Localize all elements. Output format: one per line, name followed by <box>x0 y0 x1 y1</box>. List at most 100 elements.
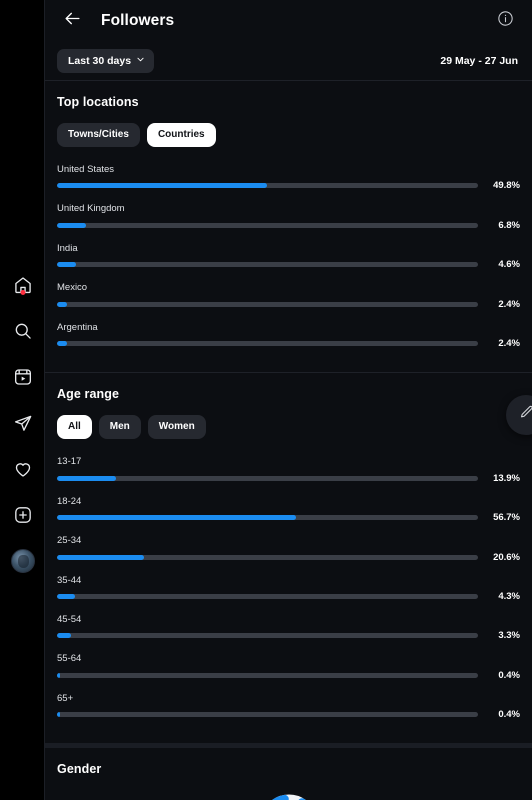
info-button[interactable] <box>492 8 518 34</box>
age-range-section: Age range All Men Women 13-17 13.9% 18-24 5… <box>45 373 532 743</box>
bar-value: 20.6% <box>493 551 520 563</box>
date-range-dropdown-label: Last 30 days <box>68 55 132 67</box>
bar-label: 25-34 <box>57 535 82 547</box>
bar-label: Mexico <box>57 282 88 294</box>
bar-row: 13-17 13.9% <box>57 456 520 484</box>
bar-line: 49.8% <box>57 180 520 191</box>
reels-icon <box>13 367 33 387</box>
bar-line: 20.6% <box>57 552 520 563</box>
bar-label: 65+ <box>57 692 74 704</box>
bar-value: 13.9% <box>493 472 520 484</box>
age-range-tabs: All Men Women <box>57 415 520 440</box>
bar-label: India <box>57 242 78 254</box>
tab-countries[interactable]: Countries <box>146 123 216 147</box>
sidebar-item-search[interactable] <box>8 316 38 346</box>
gender-title: Gender <box>57 762 102 777</box>
bar-line: 56.7% <box>57 512 520 523</box>
chevron-down-icon <box>136 55 145 67</box>
bar-track <box>57 515 478 521</box>
nav-items <box>0 270 45 576</box>
sidebar-item-create[interactable] <box>8 500 38 530</box>
bar-row: United States 49.8% <box>57 164 520 191</box>
notification-dot <box>20 290 25 295</box>
heart-icon <box>13 459 33 479</box>
sidebar-item-home[interactable] <box>8 270 38 300</box>
bar-fill <box>57 515 296 521</box>
bar-row: 25-34 20.6% <box>57 535 520 563</box>
bar-value: 56.7% <box>493 512 520 524</box>
date-range-dropdown[interactable]: Last 30 days <box>57 49 155 73</box>
bar-label: 35-44 <box>57 574 82 586</box>
bar-row: 55-64 0.4% <box>57 653 520 681</box>
bar-label: United States <box>57 164 115 175</box>
filter-bar: Last 30 days 29 May - 27 Jun <box>45 42 532 80</box>
bar-value: 3.3% <box>498 630 520 642</box>
bar-fill <box>57 672 60 678</box>
top-locations-section: Top locations Towns/Cities Countries Uni… <box>45 81 532 372</box>
info-circle-icon <box>497 10 514 32</box>
bar-row: 45-54 3.3% <box>57 614 520 642</box>
plus-circle-icon <box>13 505 33 525</box>
bar-label: Argentina <box>57 321 98 333</box>
main-content: Followers Last 30 days 29 May - 27 Jun T… <box>45 0 532 800</box>
bar-line: 2.4% <box>57 338 520 349</box>
bar-line: 13.9% <box>57 473 520 484</box>
gender-chart: 88% Men 11.9% Women <box>57 792 520 800</box>
sidebar-item-notifications[interactable] <box>8 454 38 484</box>
date-range-text: 29 May - 27 Jun <box>440 55 518 67</box>
insights-screen: Followers Last 30 days 29 May - 27 Jun T… <box>0 0 532 800</box>
bar-fill <box>57 341 68 347</box>
bar-label: 13-17 <box>57 456 82 468</box>
avatar <box>10 549 35 573</box>
bar-row: 18-24 56.7% <box>57 495 520 523</box>
bar-fill <box>57 593 76 599</box>
bar-row: 65+ 0.4% <box>57 692 520 720</box>
bar-line: 0.4% <box>57 670 520 681</box>
tab-towns-cities[interactable]: Towns/Cities <box>57 123 140 147</box>
bar-row: United Kingdom 6.8% <box>57 203 520 231</box>
page-header: Followers <box>45 0 532 42</box>
bar-track <box>57 554 478 560</box>
bar-line: 0.4% <box>57 709 520 720</box>
bar-track <box>57 262 478 268</box>
bar-value: 2.4% <box>498 298 520 310</box>
bar-track <box>57 301 478 307</box>
sidebar-item-profile[interactable] <box>8 546 38 576</box>
bar-track <box>57 183 478 189</box>
sidebar-item-messages[interactable] <box>8 408 38 438</box>
bar-track <box>57 712 478 718</box>
bar-value: 0.4% <box>498 669 520 681</box>
age-range-bar-list: 13-17 13.9% 18-24 56.7% 25-34 20.6% 35-44 4.3% 4… <box>57 456 520 720</box>
paper-plane-icon <box>13 413 33 433</box>
bar-line: 2.4% <box>57 299 520 310</box>
back-button[interactable] <box>57 6 87 36</box>
bar-value: 4.3% <box>498 590 520 602</box>
bar-value: 6.8% <box>498 219 520 231</box>
pencil-icon <box>518 404 532 426</box>
sidebar-item-reels[interactable] <box>8 362 38 392</box>
gender-donut-chart <box>260 794 317 800</box>
bar-fill <box>57 554 144 560</box>
tab-men[interactable]: Men <box>98 415 141 440</box>
bar-track <box>57 633 478 639</box>
age-range-title: Age range <box>57 387 120 402</box>
bar-track <box>57 672 478 678</box>
bar-value: 49.8% <box>493 180 520 192</box>
bar-line: 6.8% <box>57 220 520 231</box>
bar-fill <box>57 633 71 639</box>
bar-value: 4.6% <box>498 259 520 271</box>
bar-track <box>57 593 478 599</box>
bar-label: 55-64 <box>57 653 82 665</box>
bar-label: United Kingdom <box>57 203 125 215</box>
left-nav-rail <box>0 0 45 800</box>
bar-row: Argentina 2.4% <box>57 321 520 349</box>
tab-women[interactable]: Women <box>147 415 206 440</box>
bar-value: 0.4% <box>498 709 520 721</box>
bar-line: 4.6% <box>57 259 520 270</box>
tab-all[interactable]: All <box>57 415 92 440</box>
bar-fill <box>57 262 77 268</box>
bar-label: 18-24 <box>57 495 82 507</box>
search-icon <box>13 321 33 341</box>
top-locations-bar-list: United States 49.8% United Kingdom 6.8% Indi… <box>57 164 520 349</box>
arrow-left-icon <box>63 9 82 33</box>
